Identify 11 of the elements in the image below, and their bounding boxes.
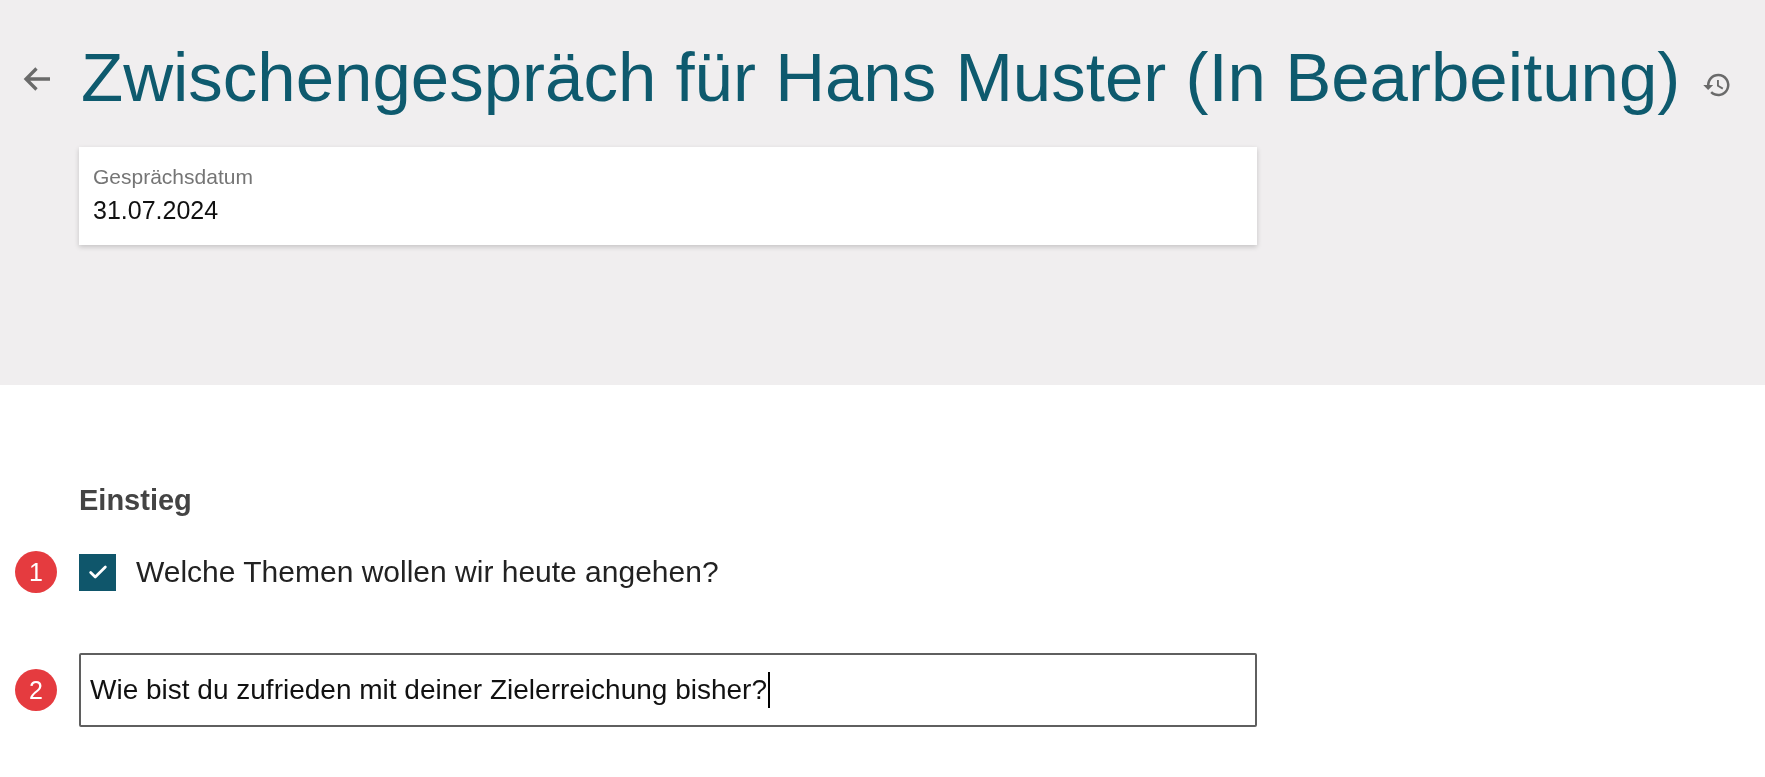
text-cursor [768,672,770,708]
date-label: Gesprächsdatum [93,164,253,190]
checkbox[interactable] [79,553,116,591]
date-value: 31.07.2024 [93,195,219,226]
checkbox-label: Welche Themen wollen wir heute angehen? [136,554,719,591]
page-title: Zwischengespräch für Hans Muster (In Bearbeitung) [81,38,1681,119]
answer-field[interactable]: Wie bist du zufrieden mit deiner Zielerreichung bisher? [79,653,1257,727]
section-heading: Einstieg [79,484,192,516]
number-marker: 1 [15,551,57,593]
number-marker: 2 [15,669,57,711]
date-card[interactable]: Gesprächsdatum 31.07.2024 [79,147,1257,245]
